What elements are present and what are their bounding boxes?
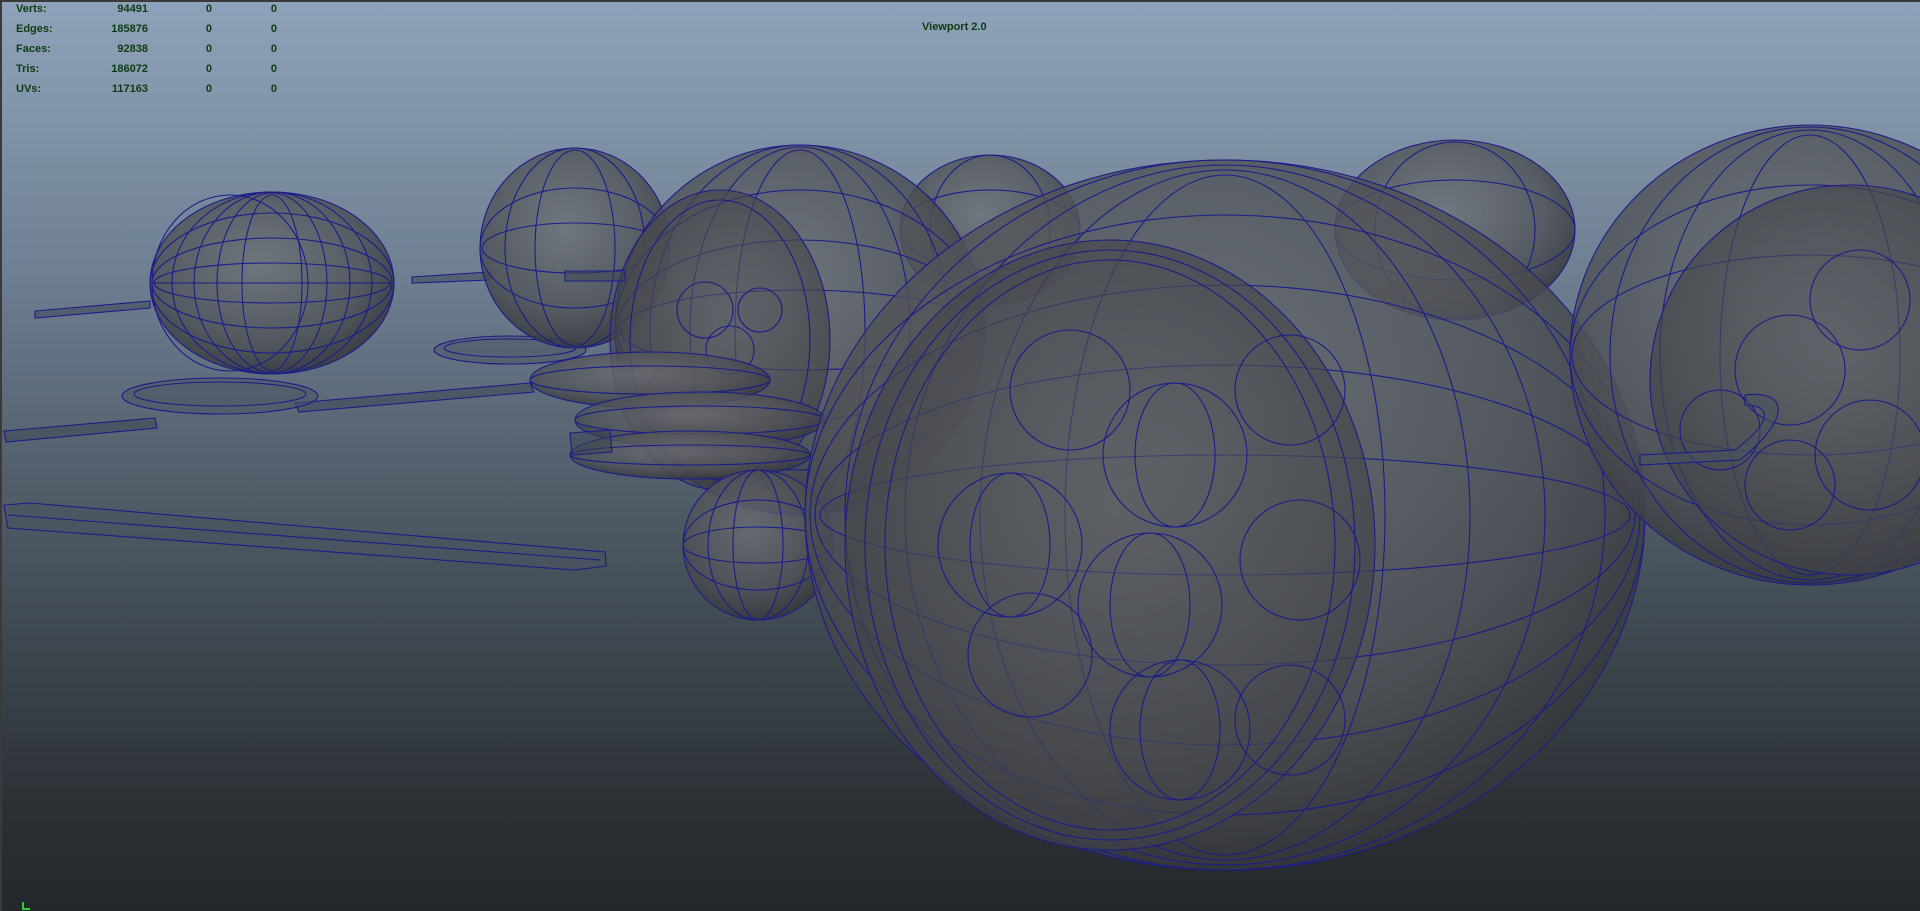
hud-value: 94491 [117,3,148,15]
hud-value: 0 [205,83,212,95]
hud-value: 185876 [111,23,148,35]
viewport-title: Viewport 2.0 [922,21,987,33]
small-sphere-left [149,191,395,375]
hud-value: 0 [205,63,212,75]
wireframe-scene[interactable] [0,0,1920,911]
hud-value: 0 [270,83,277,95]
hud-value: 0 [205,43,212,55]
hud-value: 0 [270,3,277,15]
hud-value: 0 [270,63,277,75]
large-sphere-front [804,159,1646,871]
hud-value: 0 [270,43,277,55]
hud-value: 92838 [117,43,148,55]
hud-value: 0 [205,23,212,35]
hud-label: Verts: [16,3,47,15]
axis-indicator-icon [22,902,30,910]
hud-label: Edges: [16,23,53,35]
hud-label: UVs: [16,83,42,95]
hud-value: 186072 [111,63,148,75]
hud-value: 117163 [111,83,148,95]
hud-value: 0 [205,3,212,15]
hud-label: Faces: [16,43,51,55]
hud-value: 0 [270,23,277,35]
viewport-panel[interactable]: Verts: 94491 0 0 Edges: 185876 0 0 Faces… [0,0,1920,911]
hud-label: Tris: [16,63,40,75]
